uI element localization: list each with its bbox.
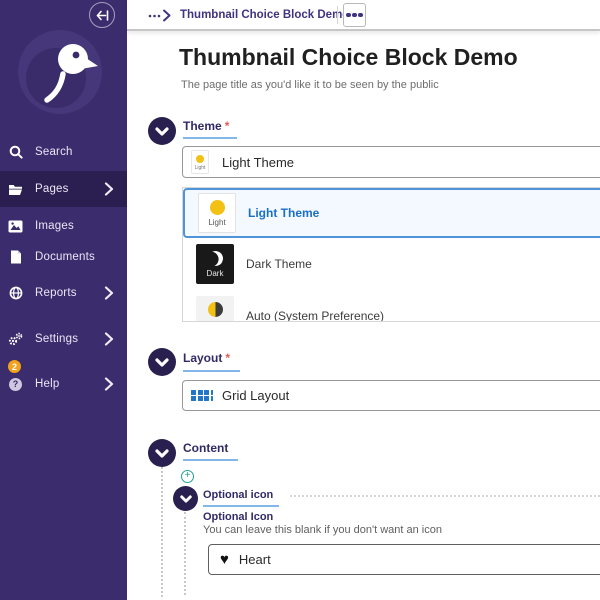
layout-field-label: Layout *	[183, 351, 231, 365]
chevron-down-icon	[155, 126, 169, 136]
globe-icon	[8, 286, 23, 301]
menu-dot-icon	[346, 12, 351, 18]
theme-option-label: Dark Theme	[246, 257, 312, 271]
optional-icon-select[interactable]: ♥ Heart	[208, 544, 600, 575]
content-connector-line	[161, 467, 163, 597]
layout-select-value: Grid Layout	[222, 388, 290, 403]
sidebar-item-label: Settings	[35, 333, 79, 345]
theme-select-value: Light Theme	[222, 154, 295, 170]
theme-field-label: Theme *	[183, 119, 230, 133]
theme-value-thumbnail: Light	[191, 150, 209, 174]
sun-icon	[209, 200, 225, 215]
content-field-label: Content	[183, 441, 229, 455]
search-icon	[8, 145, 23, 160]
app-logo[interactable]	[18, 30, 102, 114]
theme-option-label: Auto (System Preference)	[246, 309, 385, 322]
theme-select[interactable]: Light Light Theme	[182, 146, 600, 178]
sidebar-item-reports[interactable]: Reports	[0, 276, 127, 310]
theme-option-dark[interactable]: Dark Dark Theme	[183, 238, 600, 290]
topbar-divider	[337, 6, 338, 24]
optional-icon-connector-line	[184, 512, 186, 595]
breadcrumb-ellipsis-icon[interactable]	[147, 7, 173, 28]
sidebar-item-pages[interactable]: Pages	[0, 171, 127, 207]
theme-section-toggle[interactable]	[148, 117, 176, 145]
theme-option-auto[interactable]: Auto Auto (System Preference)	[183, 290, 600, 322]
layout-section-toggle[interactable]	[148, 348, 176, 376]
optional-icon-label-underline	[203, 505, 279, 507]
chevron-right-icon	[104, 377, 114, 391]
optional-icon-group-toggle[interactable]	[173, 486, 198, 511]
page-subtitle: The page title as you'd like it to be se…	[181, 79, 439, 91]
help-notification-badge: 2	[8, 360, 21, 373]
sidebar-item-label: Pages	[35, 183, 69, 195]
sidebar-item-label: Help	[35, 378, 60, 390]
sidebar-search[interactable]: Search	[0, 139, 127, 165]
breadcrumb-title[interactable]: Thumbnail Choice Block Demo	[180, 9, 349, 21]
gears-icon	[8, 332, 23, 347]
question-icon: ?	[8, 377, 23, 392]
theme-options-listbox: Light Light Theme Dark Dark Theme Auto A…	[182, 187, 600, 322]
chevron-down-icon	[155, 357, 169, 367]
theme-option-light[interactable]: Light Light Theme	[183, 188, 600, 238]
sidebar-item-images[interactable]: Images	[0, 209, 127, 243]
optional-icon-help-text: You can leave this blank if you don't wa…	[203, 524, 442, 536]
dark-theme-thumbnail: Dark	[196, 244, 234, 284]
collapse-sidebar-icon	[96, 9, 108, 21]
optional-icon-select-value: Heart	[238, 552, 271, 567]
app-window: Search Pages Images Documents Reports Se…	[0, 0, 600, 600]
sidebar-item-label: Images	[35, 220, 74, 232]
half-sun-icon	[207, 302, 223, 317]
add-content-item-button[interactable]: +	[181, 470, 194, 483]
auto-theme-thumbnail: Auto	[196, 296, 234, 321]
chevron-down-icon	[155, 448, 169, 458]
layout-select[interactable]: Grid Layout	[182, 380, 600, 411]
sidebar-item-documents[interactable]: Documents	[0, 240, 127, 274]
chevron-down-icon	[179, 494, 192, 503]
sidebar-item-label: Reports	[35, 287, 77, 299]
folder-icon	[8, 182, 23, 197]
theme-label-underline	[183, 137, 237, 139]
bird-logo-icon	[26, 44, 98, 108]
chevron-right-icon	[104, 182, 114, 196]
sidebar-item-settings[interactable]: Settings	[0, 322, 127, 356]
chevron-right-icon	[104, 286, 114, 300]
optional-icon-field-label: Optional Icon	[203, 511, 274, 523]
context-menu-button[interactable]	[343, 3, 366, 27]
image-icon	[8, 219, 23, 234]
sidebar-item-help[interactable]: ? Help	[0, 367, 127, 401]
heart-icon: ♥	[220, 551, 229, 568]
admin-topbar: Thumbnail Choice Block Demo	[127, 0, 600, 31]
menu-dot-icon	[358, 12, 363, 18]
light-theme-thumbnail: Light	[198, 193, 236, 233]
sun-icon	[196, 155, 204, 163]
theme-option-label: Light Theme	[248, 206, 320, 220]
sidebar-search-label: Search	[35, 146, 73, 158]
page-title: Thumbnail Choice Block Demo	[179, 44, 518, 70]
sidebar: Search Pages Images Documents Reports Se…	[0, 0, 127, 600]
menu-dot-icon	[352, 12, 357, 18]
content-label-underline	[183, 459, 238, 461]
optional-icon-group-label: Optional icon	[203, 489, 274, 501]
collapse-sidebar-button[interactable]	[89, 2, 115, 28]
document-icon	[8, 250, 23, 265]
grid-layout-icon	[191, 389, 213, 402]
required-asterisk: *	[224, 119, 230, 133]
sidebar-item-label: Documents	[35, 251, 95, 263]
chevron-right-icon	[104, 332, 114, 346]
required-asterisk: *	[225, 351, 231, 365]
layout-label-underline	[183, 370, 240, 372]
content-section-toggle[interactable]	[148, 439, 176, 467]
group-dotted-divider	[290, 495, 600, 497]
moon-icon	[206, 249, 225, 268]
